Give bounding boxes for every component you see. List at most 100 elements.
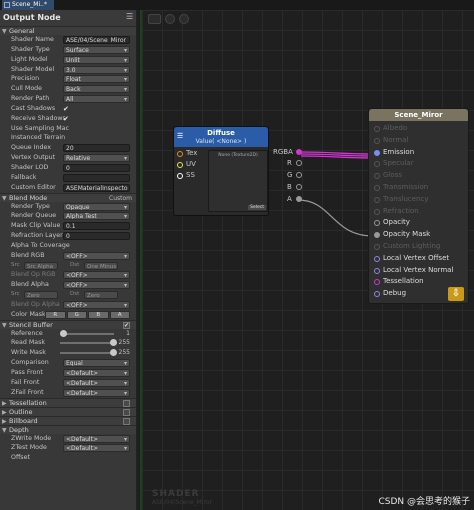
input-port-dot[interactable] bbox=[374, 279, 380, 286]
section-tessellation[interactable]: ▶ Tessellation bbox=[0, 397, 136, 407]
blend-rgb-dropdown[interactable]: <OFF> bbox=[63, 251, 130, 260]
zwrite-dropdown[interactable]: <Default> bbox=[63, 434, 130, 443]
input-port-dot[interactable] bbox=[374, 173, 380, 180]
input-port-dot[interactable] bbox=[374, 196, 380, 203]
billboard-checkbox[interactable] bbox=[123, 417, 130, 425]
port-normal[interactable]: Normal bbox=[369, 135, 408, 147]
queue-index-field[interactable]: 20 bbox=[63, 144, 130, 153]
input-port-dot[interactable] bbox=[374, 185, 380, 191]
port-refraction[interactable]: Refraction bbox=[369, 206, 419, 218]
input-port-dot[interactable] bbox=[177, 173, 183, 179]
port-custom-lighting[interactable]: Custom Lighting bbox=[369, 241, 440, 253]
output-node[interactable]: Scene_Miror Albedo Normal Emission Specu… bbox=[368, 108, 469, 304]
input-port-dot[interactable] bbox=[374, 161, 380, 168]
diffuse-node-header[interactable]: ☰ Diffuse Value( <None> ) bbox=[174, 127, 268, 147]
port-gloss[interactable]: Gloss bbox=[369, 170, 402, 182]
input-port-dot[interactable] bbox=[374, 291, 380, 298]
dst-alpha-dropdown[interactable]: Zero bbox=[84, 291, 118, 300]
tab-scene-miror[interactable]: Scene_Mi..* bbox=[2, 0, 54, 10]
input-port-dot[interactable] bbox=[374, 232, 380, 239]
section-blend-mode[interactable]: ▼ Blend Mode Custom bbox=[0, 192, 136, 202]
port-translucency[interactable]: Translucency bbox=[369, 194, 428, 206]
output-node-header[interactable]: Scene_Miror bbox=[369, 109, 468, 121]
receive-shadows-checkbox[interactable]: ✔ bbox=[63, 115, 71, 123]
zfail-front-dropdown[interactable]: <Default> bbox=[63, 388, 130, 397]
port-local-vertex-offset[interactable]: Local Vertex Offset bbox=[369, 253, 449, 265]
output-port-dot[interactable] bbox=[296, 149, 302, 155]
input-port-dot[interactable] bbox=[374, 208, 380, 215]
fallback-field[interactable] bbox=[63, 173, 130, 182]
ztest-dropdown[interactable]: <Default> bbox=[63, 444, 130, 453]
input-port-dot[interactable] bbox=[374, 149, 380, 156]
blend-alpha-dropdown[interactable]: <OFF> bbox=[63, 281, 130, 290]
download-icon[interactable]: ⇩ bbox=[448, 287, 464, 301]
light-model-dropdown[interactable]: Unlit bbox=[63, 55, 130, 64]
slider-knob[interactable] bbox=[60, 329, 67, 337]
outline-checkbox[interactable] bbox=[123, 408, 130, 416]
shader-name-field[interactable]: ASE/04/Scene_Miror bbox=[63, 36, 130, 44]
color-mask-r-toggle[interactable]: R bbox=[45, 310, 66, 319]
input-port-dot[interactable] bbox=[374, 255, 380, 262]
comparison-dropdown[interactable]: Equal bbox=[63, 359, 130, 368]
shader-lod-field[interactable]: 0 bbox=[63, 163, 130, 172]
port-opacity-mask[interactable]: Opacity Mask bbox=[369, 229, 430, 241]
section-stencil[interactable]: ▼ Stencil Buffer ✔ bbox=[0, 319, 136, 329]
precision-dropdown[interactable]: Float bbox=[63, 75, 130, 84]
src-alpha-dropdown[interactable]: Zero bbox=[24, 291, 58, 300]
input-port-dot[interactable] bbox=[374, 137, 380, 144]
port-opacity[interactable]: Opacity bbox=[369, 217, 410, 229]
reference-slider[interactable] bbox=[60, 329, 114, 337]
render-type-dropdown[interactable]: Opaque bbox=[63, 202, 130, 211]
read-mask-slider[interactable] bbox=[60, 339, 117, 347]
menu-icon[interactable]: ☰ bbox=[126, 13, 133, 21]
shader-type-dropdown[interactable]: Surface bbox=[63, 45, 130, 54]
input-port-dot[interactable] bbox=[374, 220, 380, 227]
output-port-dot[interactable] bbox=[296, 184, 302, 190]
port-emission[interactable]: Emission bbox=[369, 147, 414, 159]
port-debug[interactable]: Debug bbox=[369, 288, 406, 300]
input-port-dot[interactable] bbox=[177, 151, 183, 157]
color-mask-a-toggle[interactable]: A bbox=[109, 310, 130, 319]
port-specular[interactable]: Specular bbox=[369, 158, 414, 170]
refraction-layer-field[interactable]: 0 bbox=[63, 232, 130, 241]
texture-preview[interactable]: None (Texture2D) Select bbox=[208, 150, 268, 212]
mask-clip-field[interactable]: 0.1 bbox=[63, 222, 130, 231]
blend-op-rgb-dropdown[interactable]: <OFF> bbox=[63, 271, 130, 280]
offset-checkbox[interactable] bbox=[63, 454, 71, 462]
node-graph-canvas[interactable]: ☰ Diffuse Value( <None> ) Tex UV SS None… bbox=[140, 10, 474, 510]
color-mask-g-toggle[interactable]: G bbox=[66, 310, 87, 319]
fail-front-dropdown[interactable]: <Default> bbox=[63, 378, 130, 387]
section-outline[interactable]: ▶ Outline bbox=[0, 406, 136, 416]
alpha-coverage-checkbox[interactable] bbox=[63, 242, 71, 250]
color-mask-b-toggle[interactable]: B bbox=[88, 310, 109, 319]
write-mask-slider[interactable] bbox=[60, 349, 117, 357]
use-sampling-checkbox[interactable] bbox=[63, 125, 71, 133]
port-albedo[interactable]: Albedo bbox=[369, 123, 407, 135]
section-billboard[interactable]: ▶ Billboard bbox=[0, 415, 136, 425]
select-texture-button[interactable]: Select bbox=[248, 205, 266, 210]
shader-model-dropdown[interactable]: 3.0 bbox=[63, 65, 130, 74]
menu-icon[interactable]: ☰ bbox=[177, 132, 183, 140]
cast-shadows-checkbox[interactable]: ✔ bbox=[63, 105, 71, 113]
input-port-dot[interactable] bbox=[374, 244, 380, 250]
pass-front-dropdown[interactable]: <Default> bbox=[63, 369, 130, 377]
section-general[interactable]: ▼ General bbox=[0, 26, 136, 35]
output-port-dot[interactable] bbox=[296, 172, 302, 178]
instanced-terrain-checkbox[interactable] bbox=[63, 134, 71, 142]
blend-op-alpha-dropdown[interactable]: <OFF> bbox=[63, 300, 130, 309]
diffuse-node[interactable]: ☰ Diffuse Value( <None> ) Tex UV SS None… bbox=[173, 126, 269, 216]
render-path-dropdown[interactable]: All bbox=[63, 95, 130, 104]
dst-rgb-dropdown[interactable]: One Minus bbox=[84, 261, 118, 270]
custom-editor-field[interactable]: ASEMaterialInspecto bbox=[63, 183, 130, 192]
input-port-dot[interactable] bbox=[374, 267, 380, 274]
src-rgb-dropdown[interactable]: Src Alpha bbox=[24, 261, 58, 270]
tessellation-checkbox[interactable] bbox=[123, 399, 130, 407]
output-port-dot[interactable] bbox=[296, 196, 302, 202]
stencil-checkbox[interactable]: ✔ bbox=[123, 321, 130, 329]
port-tessellation[interactable]: Tessellation bbox=[369, 276, 424, 288]
render-queue-dropdown[interactable]: Alpha Test bbox=[63, 212, 130, 221]
section-depth[interactable]: ▼ Depth bbox=[0, 424, 136, 434]
port-local-vertex-normal[interactable]: Local Vertex Normal bbox=[369, 265, 453, 277]
port-transmission[interactable]: Transmission bbox=[369, 182, 428, 194]
input-port-dot[interactable] bbox=[177, 162, 183, 168]
